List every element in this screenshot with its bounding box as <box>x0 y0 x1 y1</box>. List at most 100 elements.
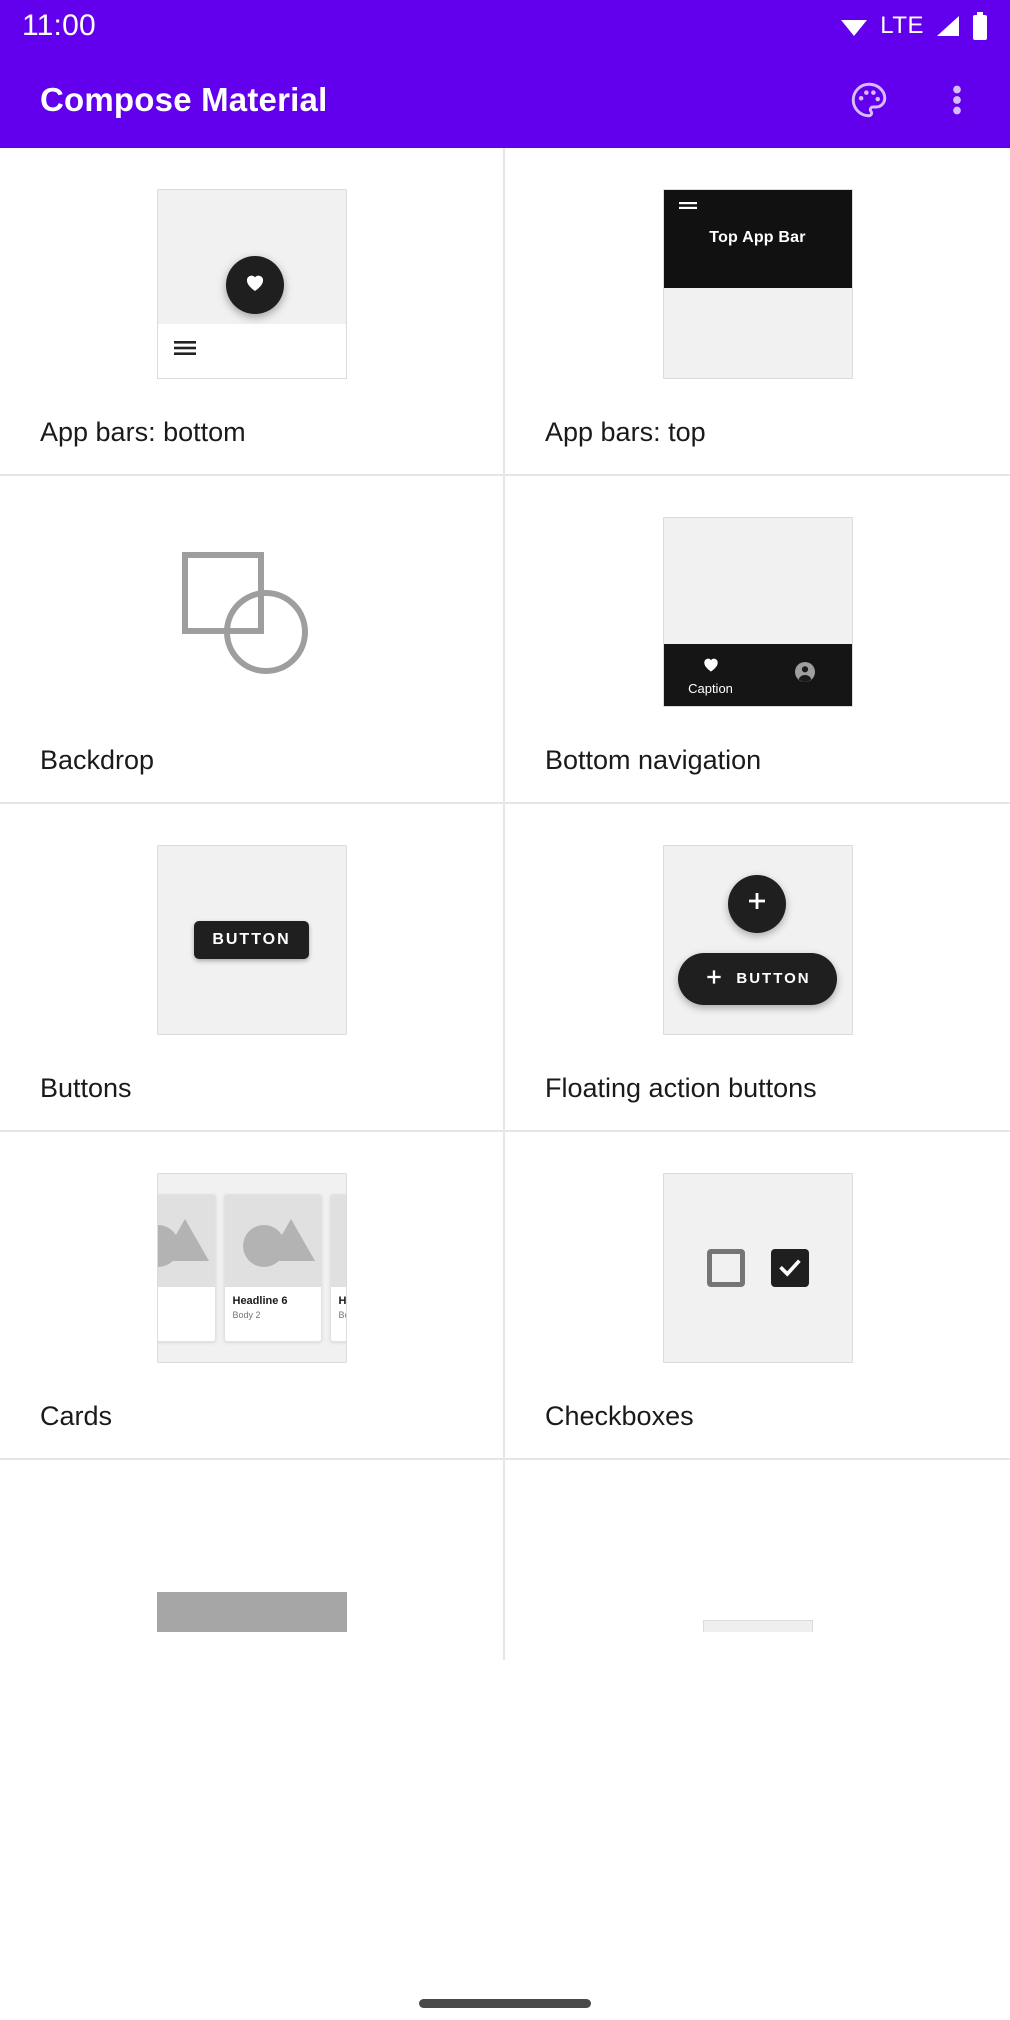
preview-card-center: Headline 6 Body 2 <box>223 1193 322 1342</box>
grid-item-app-bars-top[interactable]: Top App Bar App bars: top <box>505 148 1010 476</box>
triangle-shape <box>266 1218 315 1261</box>
heart-icon <box>700 654 722 679</box>
preview-bottom-bar <box>157 323 346 378</box>
preview-card-image <box>330 1194 346 1287</box>
grid-item-label: Floating action buttons <box>545 1073 817 1103</box>
grid-item-cards[interactable]: 5 Headline 6 Body 2 <box>0 1132 505 1460</box>
top-app-bar-preview: Top App Bar <box>662 188 853 379</box>
palette-icon-button[interactable] <box>838 69 900 131</box>
thumbnail-app-bars-top: Top App Bar <box>505 148 1010 419</box>
preview-card-body: Body 2 <box>338 1309 346 1320</box>
preview-card-body: Body 2 <box>232 1309 261 1320</box>
overflow-menu-icon <box>942 79 972 121</box>
preview-card-headline: Head <box>338 1294 347 1307</box>
preview-fab-circle <box>728 874 787 933</box>
partial-shape <box>702 1620 813 1632</box>
status-bar: 11:00 LTE <box>0 0 1010 52</box>
grid-item-label: Buttons <box>40 1073 132 1103</box>
preview-card-image <box>157 1194 215 1287</box>
preview-card-image <box>224 1194 321 1287</box>
grid-item-buttons[interactable]: BUTTON Buttons <box>0 804 505 1132</box>
thumbnail-backdrop <box>0 476 503 747</box>
bottom-app-bar-preview <box>156 188 347 379</box>
overflow-menu-button[interactable] <box>926 69 988 131</box>
preview-card-text: Head Body 2 <box>331 1287 347 1320</box>
hamburger-icon <box>678 200 852 221</box>
grid-item-partial-left[interactable] <box>0 1460 505 1660</box>
home-gesture-pill[interactable] <box>419 1999 591 2008</box>
grid-item-label: App bars: top <box>545 417 706 447</box>
grid-item-checkboxes[interactable]: Checkboxes <box>505 1132 1010 1460</box>
partial-preview-left <box>156 1460 347 1632</box>
preview-checkbox-row <box>706 1248 809 1287</box>
status-bar-icons: LTE <box>839 12 988 40</box>
thumbnail-fab: BUTTON <box>505 804 1010 1075</box>
system-navigation-bar <box>0 1972 1010 2020</box>
app-bar: Compose Material <box>0 52 1010 148</box>
thumbnail-checkboxes <box>505 1132 1010 1403</box>
grid-item-label <box>0 1632 503 1660</box>
checkbox-outline-icon <box>706 1248 745 1287</box>
thumbnail-app-bars-bottom <box>0 148 503 419</box>
thumbnail-cards: 5 Headline 6 Body 2 <box>0 1132 503 1403</box>
grid-item-label: Backdrop <box>40 745 155 775</box>
grid-item-bottom-navigation[interactable]: Caption Bottom navigation <box>505 476 1010 804</box>
preview-fab <box>225 255 284 314</box>
thumbnail-partial-right <box>505 1460 1010 1632</box>
preview-fab-extended-label: BUTTON <box>736 970 811 987</box>
grid-item-label <box>505 1632 1010 1660</box>
hamburger-icon <box>172 338 198 363</box>
cards-preview: 5 Headline 6 Body 2 <box>156 1172 347 1363</box>
network-type-label: LTE <box>880 12 924 39</box>
bottom-navigation-preview: Caption <box>662 516 853 707</box>
plus-icon <box>704 967 724 991</box>
signal-icon <box>935 14 961 38</box>
preview-card-headline: Headline 6 <box>232 1294 288 1307</box>
triangle-shape <box>160 1218 209 1261</box>
thumbnail-bottom-navigation: Caption <box>505 476 1010 747</box>
checkbox-checked-icon <box>770 1248 809 1287</box>
partial-shape <box>156 1592 347 1632</box>
plus-icon <box>745 889 769 918</box>
palette-icon <box>848 79 890 121</box>
preview-card-headline: 5 <box>158 1295 207 1307</box>
preview-card-right: Head Body 2 <box>329 1193 347 1342</box>
preview-card-text: 5 <box>158 1287 215 1307</box>
heart-icon <box>242 270 268 299</box>
preview-top-bar-title: Top App Bar <box>709 228 806 246</box>
grid-item-backdrop[interactable]: Backdrop <box>0 476 505 804</box>
backdrop-preview <box>181 542 322 682</box>
thumbnail-partial-left <box>0 1460 503 1632</box>
partial-preview-right <box>663 1460 853 1632</box>
buttons-preview: BUTTON <box>156 844 347 1035</box>
thumbnail-buttons: BUTTON <box>0 804 503 1075</box>
grid-item-label: Cards <box>40 1401 113 1431</box>
preview-fab-stack: BUTTON <box>678 874 837 1005</box>
preview-top-bar: Top App Bar <box>663 189 852 288</box>
status-time: 11:00 <box>22 9 96 42</box>
battery-icon <box>972 12 988 40</box>
preview-bottom-nav-bar: Caption <box>663 643 852 706</box>
circle-outline-icon <box>223 589 308 674</box>
grid-item-partial-right[interactable] <box>505 1460 1010 1660</box>
wifi-icon <box>839 14 869 38</box>
grid-item-app-bars-bottom[interactable]: App bars: bottom <box>0 148 505 476</box>
grid-item-label: Checkboxes <box>545 1401 694 1431</box>
app-bar-actions <box>838 69 988 131</box>
grid-item-label: App bars: bottom <box>40 417 246 447</box>
grid-item-label: Bottom navigation <box>545 745 762 775</box>
account-icon <box>793 660 817 689</box>
checkboxes-preview <box>662 1172 853 1363</box>
preview-button: BUTTON <box>194 920 309 959</box>
fab-preview: BUTTON <box>662 844 853 1035</box>
preview-fab-extended: BUTTON <box>678 952 837 1005</box>
preview-nav-item-1: Caption <box>664 654 758 696</box>
preview-card-text: Headline 6 Body 2 <box>225 1287 321 1320</box>
preview-nav-item-2 <box>758 660 852 689</box>
preview-nav-item-1-label: Caption <box>688 680 733 696</box>
catalog-grid: App bars: bottom Top App Bar App bars: t… <box>0 148 1010 1660</box>
app-title: Compose Material <box>40 81 328 118</box>
grid-item-floating-action-buttons[interactable]: BUTTON Floating action buttons <box>505 804 1010 1132</box>
preview-card-left: 5 <box>157 1193 216 1342</box>
catalog-scroll-area[interactable]: App bars: bottom Top App Bar App bars: t… <box>0 148 1010 2020</box>
